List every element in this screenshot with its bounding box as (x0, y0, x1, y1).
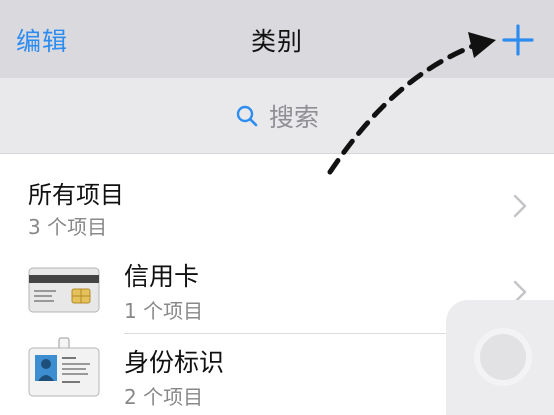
list-item-all-items[interactable]: 所有项目 3 个项目 (0, 155, 554, 247)
search-bar: 搜索 (0, 78, 554, 154)
list-item-count: 1 个项目 (124, 299, 204, 323)
search-icon (236, 105, 258, 127)
id-badge-icon (28, 337, 100, 397)
add-button[interactable] (500, 22, 536, 58)
assistive-touch-ring (474, 328, 532, 386)
list-item-title: 所有项目 (28, 181, 124, 209)
list-item-title: 信用卡 (124, 262, 200, 291)
list-item-count: 3 个项目 (28, 215, 108, 239)
list-item-title: 身份标识 (124, 348, 225, 377)
plus-icon (502, 24, 534, 56)
assistive-touch-button[interactable] (446, 300, 554, 415)
search-placeholder: 搜索 (268, 103, 319, 132)
page-title: 类别 (250, 27, 303, 56)
navigation-bar: 编辑 类别 (0, 0, 554, 78)
credit-card-icon (28, 267, 100, 313)
search-field[interactable]: 搜索 (0, 98, 554, 134)
list-item-count: 2 个项目 (124, 385, 204, 409)
chevron-right-icon (513, 194, 527, 218)
